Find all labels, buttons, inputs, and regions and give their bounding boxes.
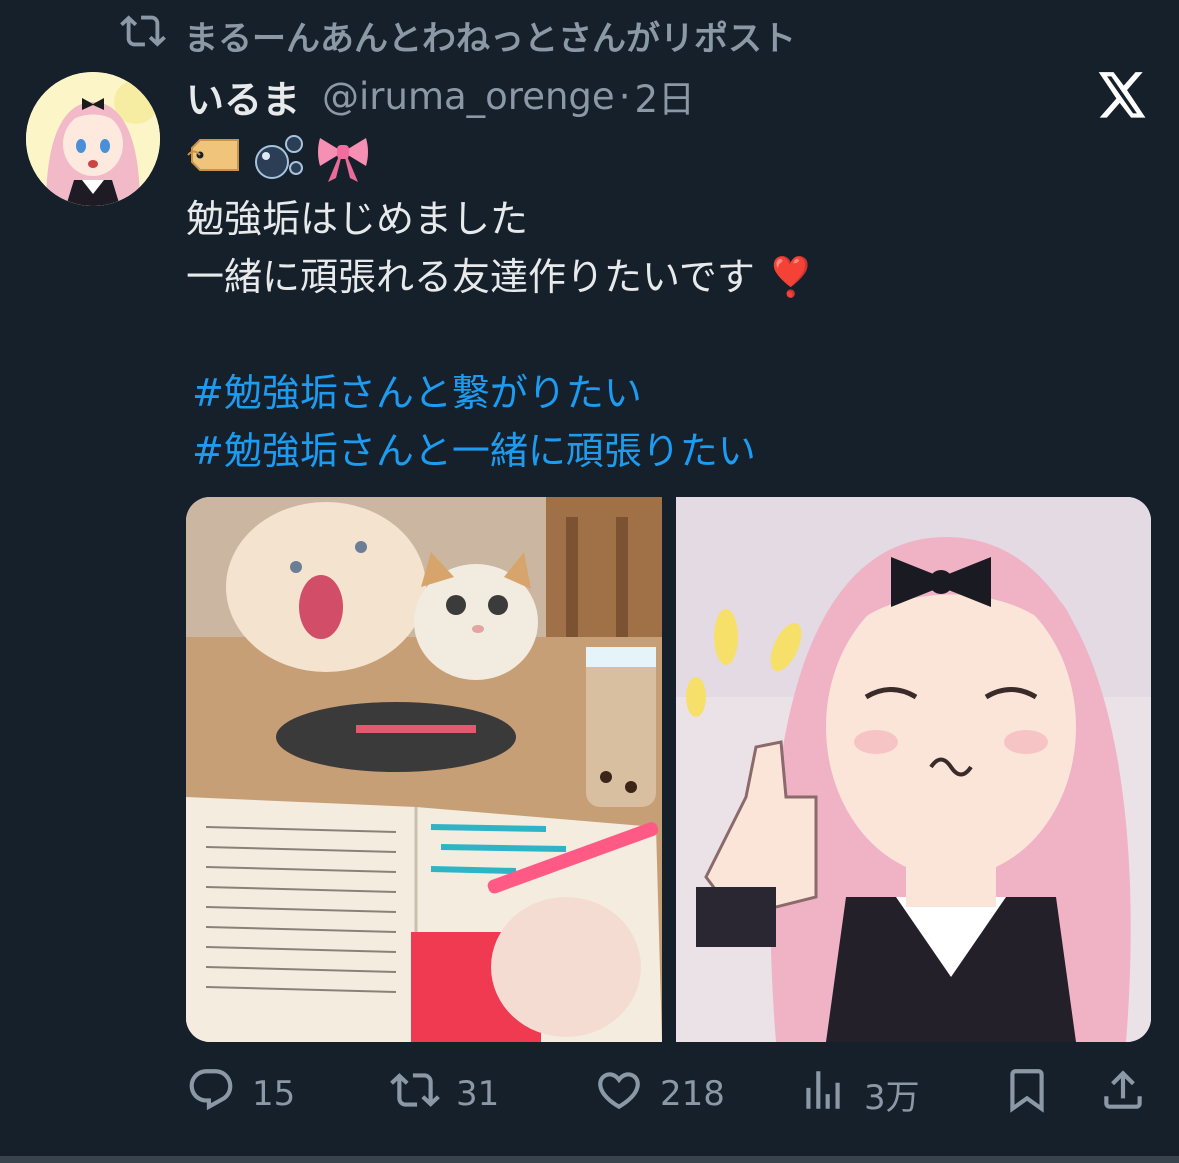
tweet-media[interactable] [186, 497, 1151, 1042]
tweet-text-line-1: 勉強垢はじめました [186, 197, 529, 241]
tweet-text-line-2: 一緒に頑張れる友達作りたいです ❣️ [186, 255, 815, 299]
divider [0, 1156, 1179, 1163]
repost-header: まるーんあんとわねっとさんがリポスト [120, 11, 796, 60]
action-bar: 15 31 218 3万 [0, 1062, 1179, 1126]
share-button[interactable] [1098, 1062, 1148, 1126]
tweet-header: いるま @iruma_orenge · 2日 [186, 68, 695, 124]
bookmark-icon [1002, 1065, 1052, 1124]
hashtag-link-1[interactable]: #勉強垢さんと繋がりたい [192, 362, 642, 417]
like-count: 218 [660, 1074, 725, 1114]
repost-button[interactable]: 31 [390, 1062, 499, 1126]
repost-label[interactable]: まるーんあんとわねっとさんがリポスト [184, 11, 796, 60]
like-button[interactable]: 218 [594, 1062, 725, 1126]
repost-icon [390, 1065, 440, 1124]
share-icon [1098, 1065, 1148, 1124]
x-logo-icon [1096, 72, 1148, 120]
repost-count: 31 [456, 1074, 500, 1114]
reply-icon [186, 1065, 236, 1124]
emoji-row [186, 128, 372, 184]
bookmark-button[interactable] [1002, 1062, 1052, 1126]
reply-button[interactable]: 15 [186, 1062, 295, 1126]
views-count: 3万 [864, 1077, 920, 1118]
timestamp[interactable]: 2日 [634, 69, 695, 123]
reply-count: 15 [252, 1074, 296, 1114]
user-handle[interactable]: @iruma_orenge [322, 75, 615, 118]
label-tag-emoji [186, 128, 244, 184]
views-button[interactable]: 3万 [798, 1062, 920, 1126]
anime-girl-thumbs-up-image[interactable] [676, 497, 1151, 1042]
bubbles-emoji [250, 128, 308, 184]
hashtag-link-2[interactable]: #勉強垢さんと一緒に頑張りたい [192, 420, 756, 475]
study-desk-cats-photo[interactable] [186, 497, 662, 1042]
views-icon [798, 1065, 848, 1124]
display-name[interactable]: いるま [186, 69, 300, 124]
separator-dot: · [618, 74, 631, 118]
repost-icon [120, 8, 166, 63]
ribbon-emoji [314, 128, 372, 184]
heart-icon [594, 1065, 644, 1124]
avatar[interactable] [26, 72, 160, 206]
